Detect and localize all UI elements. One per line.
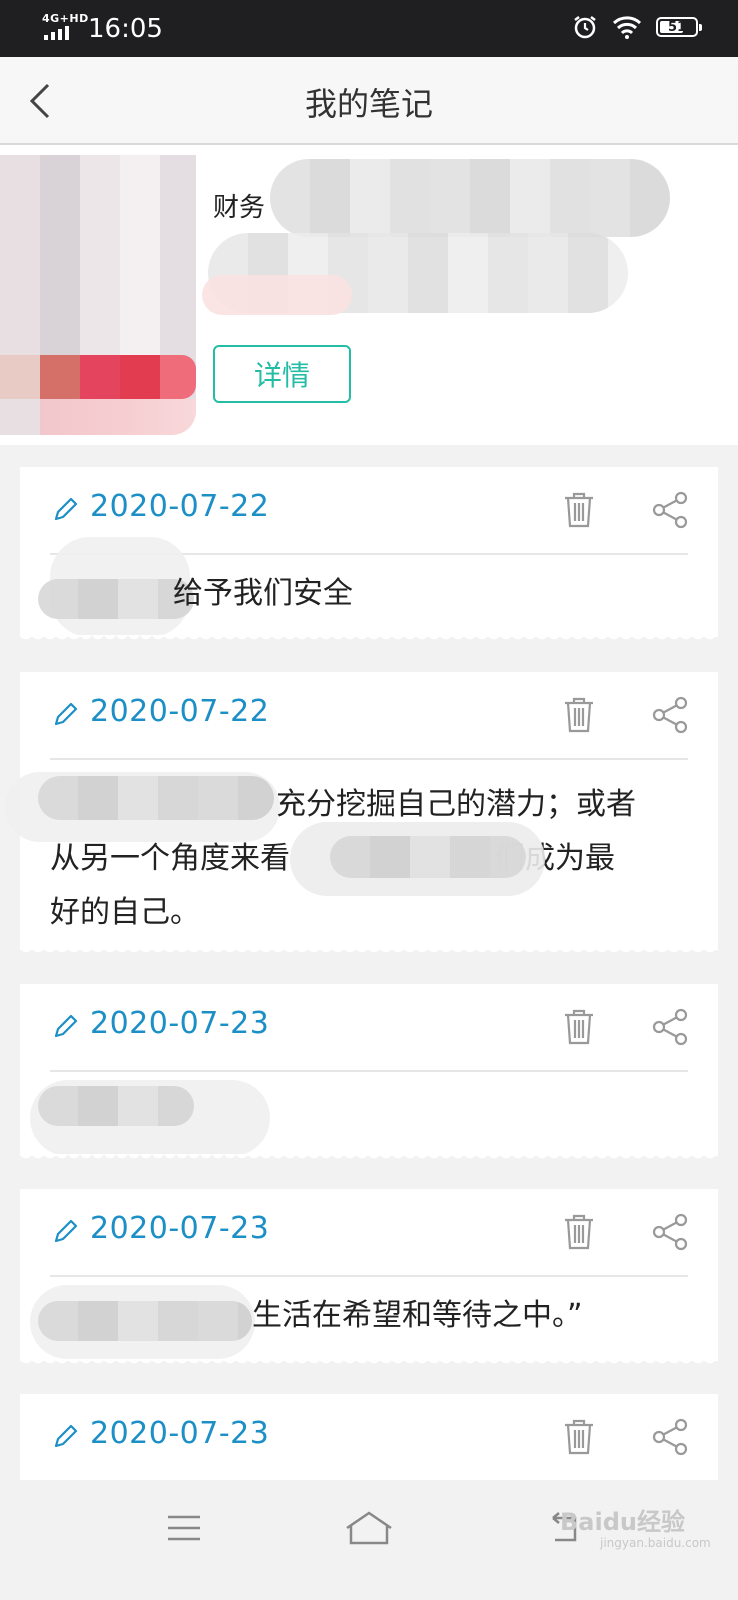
- note-text: 给予我们安全: [173, 567, 688, 621]
- share-icon[interactable]: [652, 491, 688, 529]
- note-text: 生活在希望和等待之中。”: [252, 1289, 688, 1343]
- note-card[interactable]: 2020-07-23 生活在希望和等待之中。”: [20, 1189, 718, 1367]
- signal-icon: [44, 26, 69, 40]
- note-card[interactable]: 2020-07-23: [20, 984, 718, 1162]
- trash-icon[interactable]: [562, 1008, 596, 1046]
- note-header: 2020-07-23: [50, 1394, 688, 1482]
- alarm-icon: [574, 16, 596, 39]
- share-icon[interactable]: [652, 1418, 688, 1456]
- edit-icon[interactable]: [50, 1420, 82, 1452]
- note-card[interactable]: 2020-07-23: [20, 1394, 718, 1490]
- share-icon[interactable]: [652, 1213, 688, 1251]
- watermark: Baidu经验: [560, 1508, 685, 1536]
- note-date: 2020-07-22: [90, 694, 270, 729]
- battery-icon: 51: [656, 17, 702, 37]
- blurred-text: [38, 579, 194, 619]
- note-line: 生活在希望和等待之中。”: [252, 1298, 583, 1333]
- edit-icon[interactable]: [50, 698, 82, 730]
- system-nav-bar: Baidu经验 jingyan.baidu.com: [0, 1480, 738, 1600]
- note-header: 2020-07-23: [50, 984, 688, 1072]
- blurred-text: [330, 836, 526, 878]
- note-header: 2020-07-23: [50, 1189, 688, 1277]
- menu-icon[interactable]: [166, 1514, 202, 1542]
- trash-icon[interactable]: [562, 491, 596, 529]
- detail-button[interactable]: 详情: [213, 345, 351, 403]
- share-icon[interactable]: [652, 1008, 688, 1046]
- status-bar: 4G+HD 16:05 51: [0, 0, 738, 57]
- app-header: 我的笔记: [0, 57, 738, 145]
- note-date: 2020-07-23: [90, 1416, 270, 1451]
- status-time: 16:05: [88, 14, 163, 44]
- note-card[interactable]: 2020-07-22 充分挖掘自己的潜力；或者 从另一个角度来看 们成为最 好的…: [5, 672, 718, 956]
- edit-icon[interactable]: [50, 493, 82, 525]
- note-date: 2020-07-23: [90, 1211, 270, 1246]
- book-category: 财务: [213, 193, 266, 223]
- book-cover[interactable]: [0, 155, 196, 435]
- note-header: 2020-07-22: [50, 672, 688, 760]
- network-type: 4G+HD: [42, 12, 89, 25]
- trash-icon[interactable]: [562, 1213, 596, 1251]
- battery-level: 51: [667, 19, 687, 35]
- note-card[interactable]: 2020-07-22 给予我们安全: [20, 467, 718, 643]
- blurred-book-meta: [202, 275, 352, 315]
- note-line: 从另一个角度来看: [50, 841, 290, 876]
- wifi-icon: [612, 16, 642, 39]
- share-icon[interactable]: [652, 696, 688, 734]
- trash-icon[interactable]: [562, 696, 596, 734]
- blurred-text: [38, 1086, 194, 1126]
- note-date: 2020-07-23: [90, 1006, 270, 1041]
- edit-icon[interactable]: [50, 1010, 82, 1042]
- edit-icon[interactable]: [50, 1215, 82, 1247]
- note-line: 给予我们安全: [173, 576, 353, 611]
- watermark-url: jingyan.baidu.com: [600, 1536, 711, 1550]
- book-info-panel: 财务 详情: [0, 145, 738, 445]
- blurred-text: [38, 1301, 252, 1341]
- trash-icon[interactable]: [562, 1418, 596, 1456]
- page-title: 我的笔记: [304, 85, 433, 123]
- note-date: 2020-07-22: [90, 489, 270, 524]
- blurred-book-title: [270, 159, 670, 237]
- home-icon[interactable]: [345, 1510, 393, 1546]
- status-icons: 51: [572, 14, 702, 40]
